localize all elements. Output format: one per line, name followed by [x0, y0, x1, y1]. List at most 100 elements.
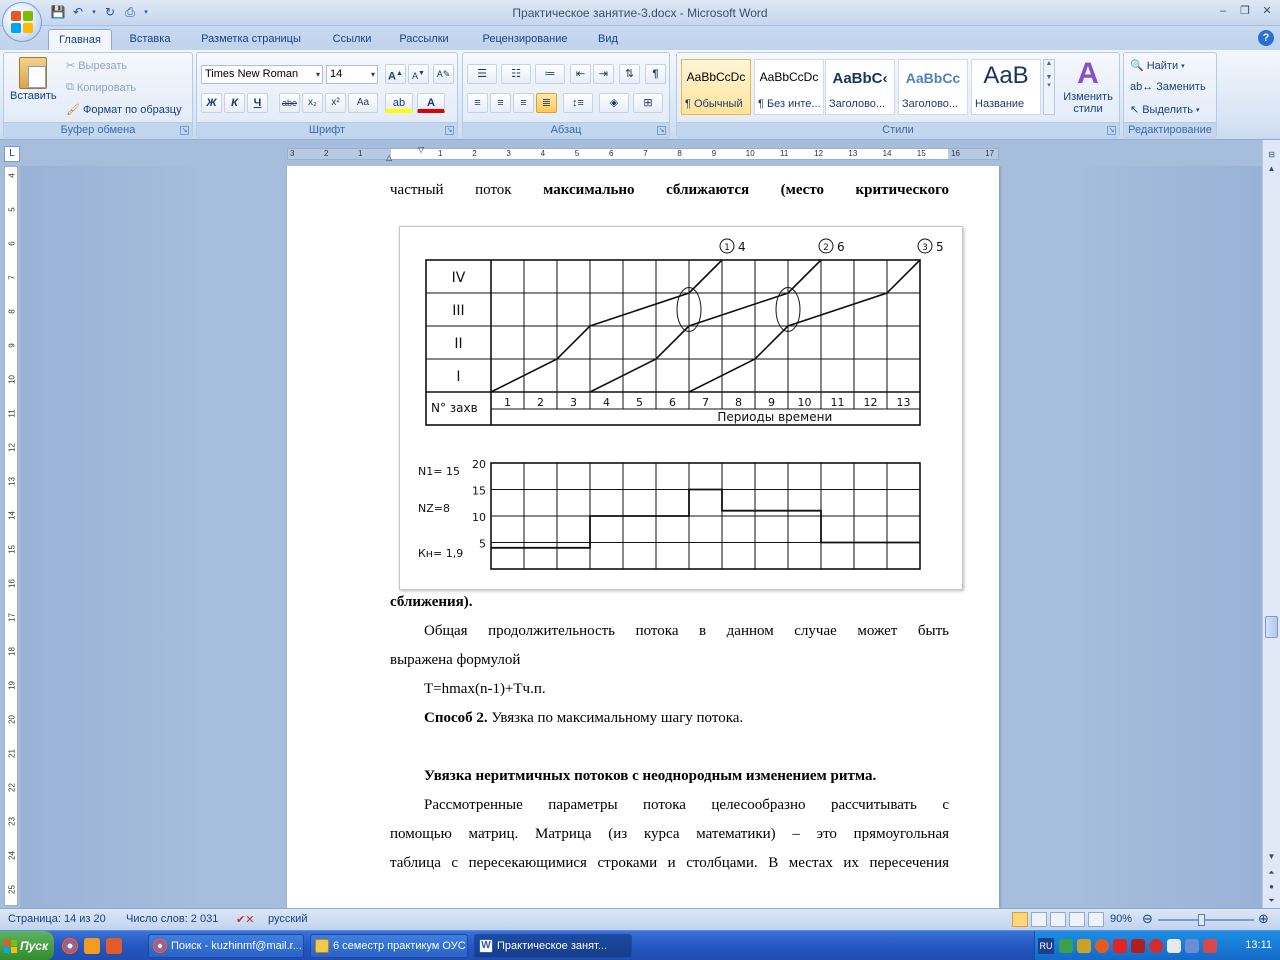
zoom-level[interactable]: 90%	[1110, 913, 1132, 925]
underline-button[interactable]: Ч	[247, 93, 268, 113]
paste-button[interactable]: Вставить	[10, 57, 57, 102]
vertical-ruler[interactable]: 4 5 6 7 8 9 10 11 12 13 14 15 16 17 18 19 20 21 22 23 24 25	[4, 166, 18, 906]
taskbar-item-browser[interactable]: Поиск - kuzhinmf@mail.r...	[148, 934, 304, 958]
figure-image[interactable]: IV III II I N° захв 1 2 3 4 5 6 7 8 9 10 11 12 13 Периоды …	[399, 226, 963, 590]
next-page-icon[interactable]: ⏷	[1265, 894, 1278, 907]
opera-icon[interactable]	[1149, 939, 1163, 953]
scroll-up-icon[interactable]: ▲	[1265, 162, 1278, 175]
previous-page-icon[interactable]: ⏶	[1265, 866, 1278, 879]
shading-button[interactable]: ◈	[599, 93, 629, 113]
zoom-out-icon[interactable]: ⊖	[1142, 911, 1153, 927]
numbering-button[interactable]: ☷	[501, 64, 531, 84]
word-count[interactable]: Число слов: 2 031	[126, 913, 218, 925]
bold-button[interactable]: Ж	[201, 93, 222, 113]
ruler-toggle-icon[interactable]: ⊟	[1265, 148, 1278, 161]
proofing-icon[interactable]: ✔✕	[236, 913, 254, 926]
font-name-combo[interactable]: Times New Roman ▾	[201, 65, 323, 84]
increase-indent-button[interactable]: ⇥	[593, 64, 614, 84]
full-screen-view-button[interactable]	[1031, 912, 1047, 927]
highlight-button[interactable]: ab	[385, 93, 413, 113]
volume-icon[interactable]	[1167, 939, 1181, 953]
minimize-icon[interactable]: –	[1216, 4, 1230, 18]
hanging-indent-marker[interactable]: △	[386, 153, 392, 162]
style-no-spacing[interactable]: AaBbCcDc ¶ Без инте...	[754, 59, 824, 115]
decrease-indent-button[interactable]: ⇤	[570, 64, 591, 84]
superscript-button[interactable]: x²	[325, 93, 346, 113]
copy-button[interactable]: ⧉ Копировать	[66, 81, 136, 94]
draft-view-button[interactable]	[1088, 912, 1104, 927]
zoom-slider[interactable]	[1158, 914, 1254, 926]
shield-icon[interactable]	[1131, 939, 1145, 953]
clipboard-launcher-icon[interactable]: ↘	[180, 126, 189, 135]
tab-review[interactable]: Рецензирование	[466, 29, 584, 50]
tab-view[interactable]: Вид	[590, 29, 626, 50]
tab-selector[interactable]: L	[4, 146, 20, 162]
security-icon[interactable]	[1077, 939, 1091, 953]
start-button[interactable]: Пуск	[0, 931, 54, 960]
paragraph-launcher-icon[interactable]: ↘	[657, 126, 666, 135]
chrome-icon[interactable]	[62, 938, 78, 954]
browse-object-icon[interactable]: ●	[1265, 880, 1278, 893]
print-layout-view-button[interactable]	[1012, 912, 1028, 927]
font-size-combo[interactable]: 14 ▾	[326, 65, 378, 84]
subscript-button[interactable]: x₂	[302, 93, 323, 113]
scroll-down-icon[interactable]: ▼	[1265, 850, 1278, 863]
styles-scroll[interactable]: ▲ ▼ ▾	[1043, 59, 1055, 115]
style-heading-2[interactable]: AaBbCc Заголово...	[898, 59, 968, 115]
tab-mailings[interactable]: Рассылки	[390, 29, 458, 50]
office-button[interactable]	[2, 2, 42, 42]
close-icon[interactable]: ✕	[1260, 4, 1274, 18]
network-icon[interactable]	[1059, 939, 1073, 953]
sort-button[interactable]: ⇅	[619, 64, 640, 84]
tab-insert[interactable]: Вставка	[118, 29, 182, 50]
show-marks-button[interactable]: ¶	[645, 64, 666, 84]
display-icon[interactable]	[1185, 939, 1199, 953]
line-spacing-button[interactable]: ↕≡	[563, 93, 593, 113]
language-indicator[interactable]: русский	[268, 913, 307, 925]
select-button[interactable]: ↖ Выделить ▾	[1130, 103, 1199, 117]
justify-button[interactable]: ≣	[536, 93, 557, 113]
align-right-button[interactable]: ≡	[513, 93, 534, 113]
help-icon[interactable]: ?	[1258, 30, 1274, 46]
italic-button[interactable]: К	[224, 93, 245, 113]
font-launcher-icon[interactable]: ↘	[445, 126, 454, 135]
scroll-thumb[interactable]	[1265, 616, 1278, 638]
zoom-slider-thumb[interactable]	[1198, 914, 1205, 926]
indent-marker[interactable]: ▽	[418, 145, 424, 154]
horizontal-ruler[interactable]: 3 2 1 1 2 3 4 5 6 7 8 9 10 11 12 13 14 15 16 17 ▽ △	[287, 145, 999, 162]
language-bar[interactable]: RU	[1038, 938, 1054, 954]
taskbar-item-word[interactable]: W Практическое занят...	[474, 934, 632, 958]
messenger-icon[interactable]	[106, 938, 122, 954]
page-counter[interactable]: Страница: 14 из 20	[8, 913, 106, 925]
align-left-button[interactable]: ≡	[467, 93, 488, 113]
format-painter-button[interactable]: 🖌 Формат по образцу	[66, 103, 182, 117]
restore-icon[interactable]: ❐	[1238, 4, 1252, 18]
vertical-scrollbar[interactable]: ⊟ ▲ ▼ ⏶ ● ⏷	[1262, 140, 1280, 908]
strikethrough-button[interactable]: abe	[279, 93, 300, 113]
cut-button[interactable]: ✂ Вырезать	[66, 59, 127, 73]
tab-home[interactable]: Главная	[48, 29, 112, 50]
font-color-button[interactable]: A	[417, 93, 445, 113]
style-normal[interactable]: AaBbCcDc ¶ Обычный	[681, 59, 751, 115]
bullets-button[interactable]: ☰	[467, 64, 497, 84]
outline-view-button[interactable]	[1069, 912, 1085, 927]
align-center-button[interactable]: ≡	[490, 93, 511, 113]
style-heading-1[interactable]: AaBbC‹ Заголово...	[825, 59, 895, 115]
web-layout-view-button[interactable]	[1050, 912, 1066, 927]
document-page[interactable]: частный поток максимально сближаются (ме…	[287, 166, 999, 908]
change-case-button[interactable]: Aa	[348, 93, 378, 113]
borders-button[interactable]: ⊞	[633, 93, 663, 113]
zoom-in-icon[interactable]: ⊕	[1258, 911, 1269, 927]
shrink-font-button[interactable]: A▼	[408, 64, 429, 84]
grow-font-button[interactable]: A▲	[385, 64, 406, 84]
update-icon[interactable]	[1095, 939, 1109, 953]
power-icon[interactable]	[1203, 939, 1217, 953]
clear-formatting-button[interactable]: A✎	[433, 64, 454, 84]
tab-references[interactable]: Ссылки	[322, 29, 382, 50]
multilevel-list-button[interactable]: ≔	[535, 64, 565, 84]
taskbar-item-folder[interactable]: 6 семестр практикум ОУС	[310, 934, 468, 958]
replace-button[interactable]: ab↔ Заменить	[1130, 81, 1206, 93]
styles-launcher-icon[interactable]: ↘	[1107, 126, 1116, 135]
media-player-icon[interactable]	[84, 938, 100, 954]
antivirus-icon[interactable]	[1113, 939, 1127, 953]
